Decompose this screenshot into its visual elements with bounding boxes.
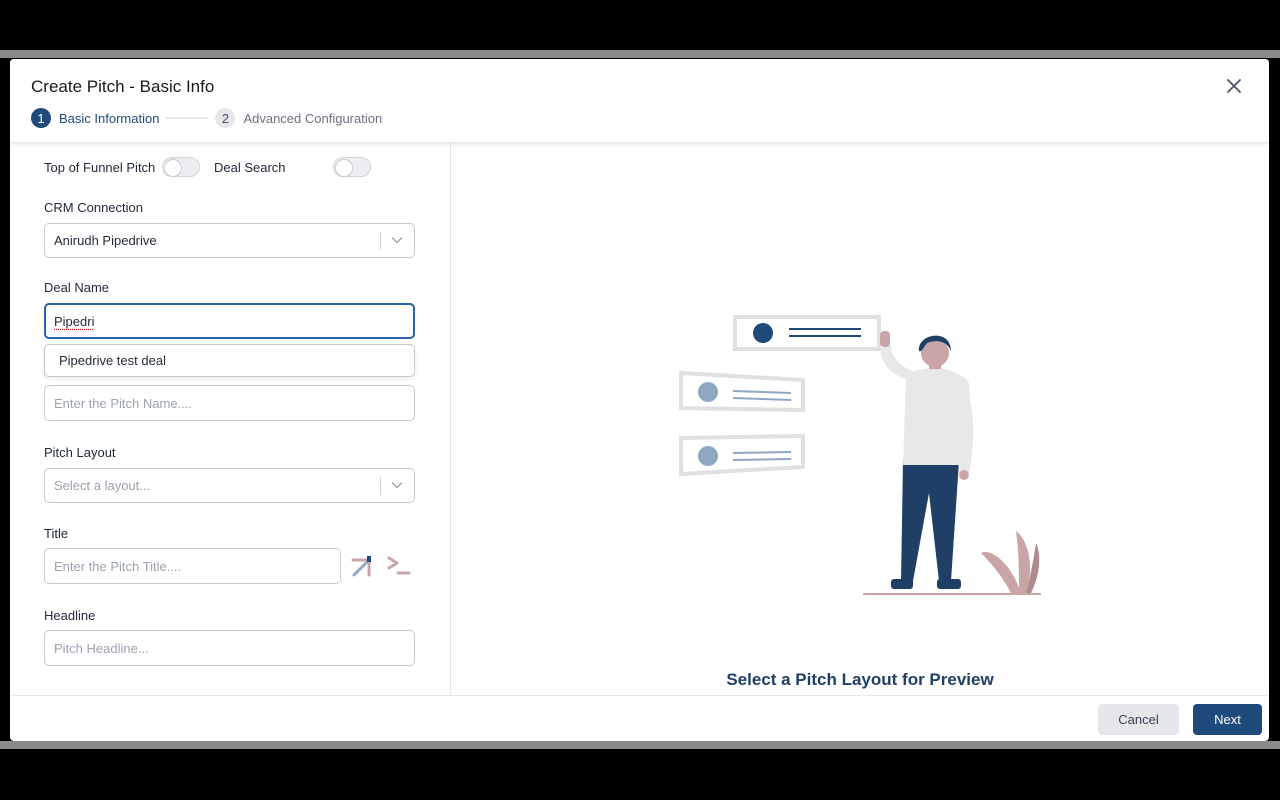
top-of-funnel-toggle[interactable] xyxy=(162,157,200,177)
select-divider xyxy=(380,232,381,250)
pitch-layout-label: Pitch Layout xyxy=(44,445,116,460)
backdrop-strip-bottom xyxy=(0,741,1280,749)
create-pitch-modal: Create Pitch - Basic Info 1 Basic Inform… xyxy=(10,59,1269,741)
deal-name-label: Deal Name xyxy=(44,280,110,295)
chevron-down-icon xyxy=(391,237,403,244)
deal-suggestion-label: Pipedrive test deal xyxy=(59,353,166,368)
pitch-name-input[interactable]: Enter the Pitch Name.... xyxy=(44,385,415,421)
modal-title: Create Pitch - Basic Info xyxy=(31,77,215,96)
step-2-indicator[interactable]: 2 xyxy=(215,108,236,128)
chevron-down-icon xyxy=(391,482,403,489)
title-placeholder: Enter the Pitch Title.... xyxy=(54,558,182,574)
modal-footer: Cancel Next xyxy=(10,695,1269,741)
preview-pane: Select a Pitch Layout for Preview xyxy=(451,143,1269,695)
title-label: Title xyxy=(44,526,69,541)
backdrop-strip-top xyxy=(0,50,1280,58)
deal-name-value: Pipedri xyxy=(54,313,95,329)
next-button[interactable]: Next xyxy=(1193,704,1262,735)
cancel-button[interactable]: Cancel xyxy=(1098,704,1179,735)
headline-placeholder: Pitch Headline... xyxy=(54,640,149,656)
form-pane: Top of Funnel Pitch Deal Search CRM Conn… xyxy=(10,143,451,695)
deal-search-toggle[interactable] xyxy=(333,157,371,177)
pitch-layout-placeholder: Select a layout... xyxy=(54,478,151,493)
stepper: 1 Basic Information 2 Advanced Configura… xyxy=(31,108,382,128)
pitch-layout-select[interactable]: Select a layout... xyxy=(44,468,415,503)
preview-caption: Select a Pitch Layout for Preview xyxy=(726,670,994,689)
headline-label: Headline xyxy=(44,608,96,623)
crm-connection-select[interactable]: Anirudh Pipedrive xyxy=(44,223,415,258)
top-of-funnel-label: Top of Funnel Pitch xyxy=(44,160,156,175)
step-2-label[interactable]: Advanced Configuration xyxy=(243,111,382,126)
headline-input[interactable]: Pitch Headline... xyxy=(44,630,415,666)
crm-connection-label: CRM Connection xyxy=(44,200,143,215)
prompt-icon[interactable] xyxy=(386,553,412,579)
preview-illustration xyxy=(679,315,1041,595)
deal-name-input[interactable]: Pipedri xyxy=(44,303,415,339)
deal-search-label: Deal Search xyxy=(214,160,286,175)
deal-suggestion-option[interactable]: Pipedrive test deal xyxy=(44,344,415,377)
step-1-indicator[interactable]: 1 xyxy=(31,108,51,128)
ai-generate-icon[interactable] xyxy=(350,553,376,579)
select-divider xyxy=(380,477,381,495)
close-icon[interactable] xyxy=(1224,76,1244,96)
step-connector xyxy=(166,117,209,119)
title-input[interactable]: Enter the Pitch Title.... xyxy=(44,548,341,584)
step-1-label[interactable]: Basic Information xyxy=(59,111,159,126)
pitch-name-placeholder: Enter the Pitch Name.... xyxy=(54,395,193,411)
modal-header: Create Pitch - Basic Info 1 Basic Inform… xyxy=(10,59,1269,143)
crm-connection-value: Anirudh Pipedrive xyxy=(54,233,157,248)
